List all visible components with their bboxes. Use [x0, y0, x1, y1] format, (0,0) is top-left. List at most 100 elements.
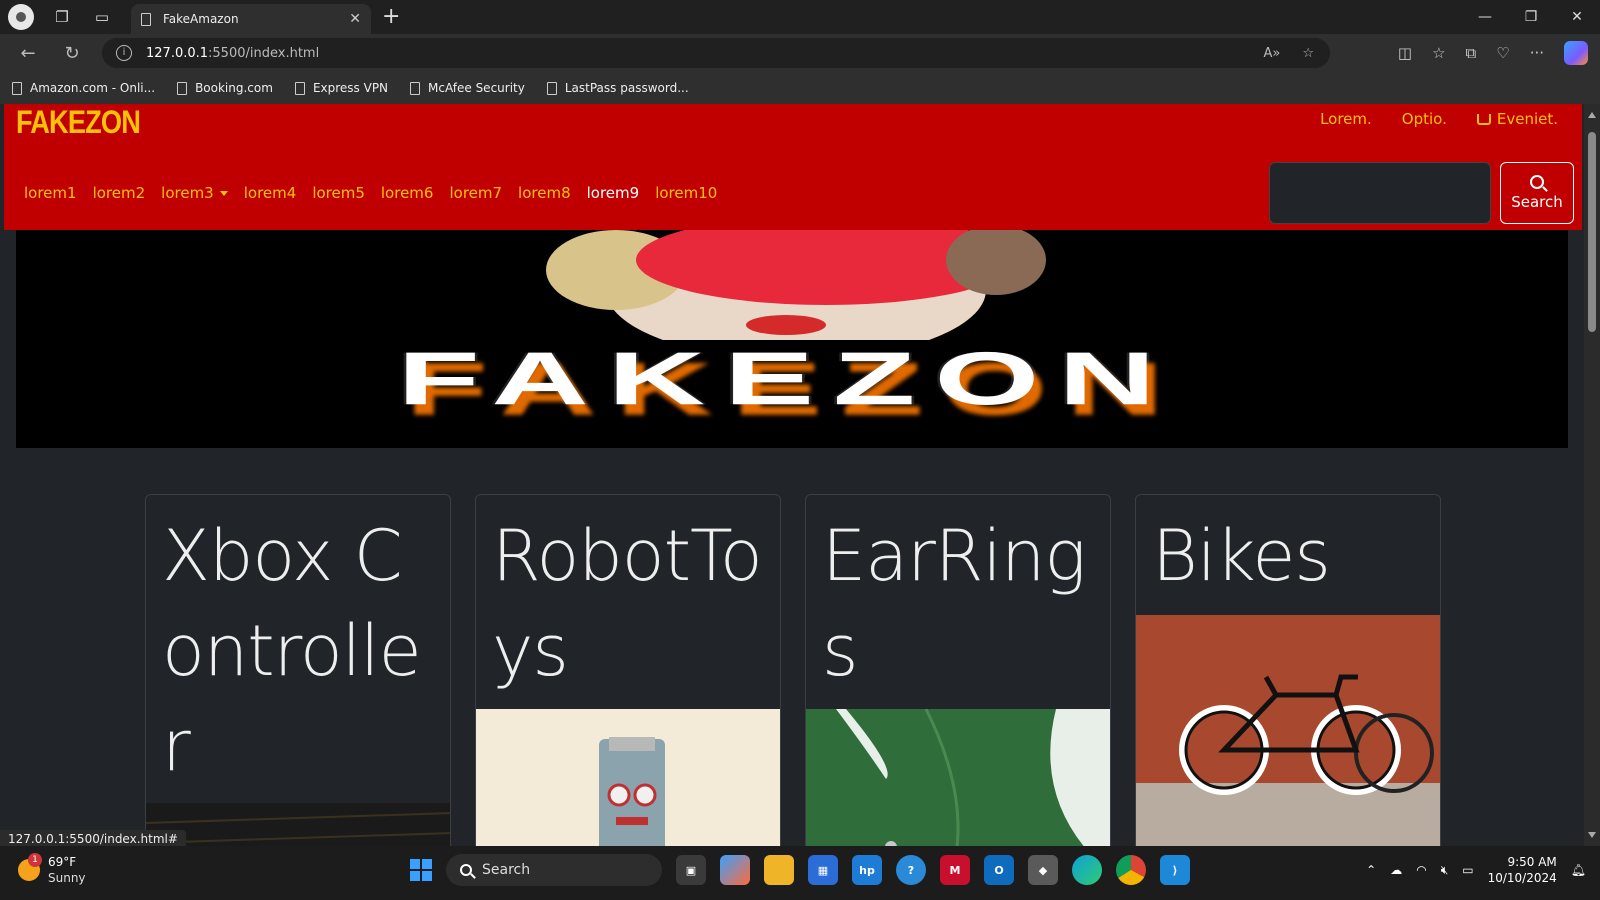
robot-toy-image — [476, 709, 780, 846]
vscode-icon[interactable]: ⟩ — [1160, 855, 1190, 885]
wifi-icon[interactable]: ◠ — [1416, 863, 1426, 877]
onedrive-icon[interactable]: ☁ — [1390, 863, 1402, 877]
nav-lorem7[interactable]: lorem7 — [449, 184, 502, 202]
bookmark-label: Amazon.com - Onli... — [30, 81, 156, 95]
task-view-icon[interactable]: ▣ — [676, 855, 706, 885]
nav-lorem1[interactable]: lorem1 — [24, 184, 77, 202]
weather-text: 69°F Sunny — [48, 854, 86, 886]
favorite-star-icon[interactable]: ☆ — [1302, 46, 1314, 61]
battery-icon[interactable]: ▭ — [1462, 863, 1473, 877]
site-logo[interactable]: FAKEZON — [16, 104, 141, 141]
system-tray: ⌃ ☁ ◠ 🔇︎ ▭ 9:50 AM 10/10/2024 🔔︎ — [1366, 854, 1586, 886]
refresh-button[interactable]: ↻ — [50, 43, 94, 64]
nav-lorem9[interactable]: lorem9 — [587, 184, 640, 202]
nav-lorem4[interactable]: lorem4 — [244, 184, 297, 202]
chrome-icon[interactable] — [1116, 855, 1146, 885]
scrollbar-thumb[interactable] — [1588, 132, 1596, 332]
volume-muted-icon[interactable]: 🔇︎ — [1441, 863, 1449, 878]
collections-icon[interactable]: ⧉ — [1466, 44, 1477, 62]
clock-time: 9:50 AM — [1507, 855, 1557, 869]
nav-lorem8[interactable]: lorem8 — [518, 184, 571, 202]
banner-logo-text: FAKEZON — [397, 336, 1175, 421]
bookmark-expressvpn[interactable]: Express VPN — [294, 81, 389, 95]
bookmark-label: Booking.com — [195, 81, 273, 95]
temperature: 69°F — [48, 855, 77, 869]
caret-down-icon — [219, 191, 228, 196]
hp-app-icon[interactable]: hp — [852, 855, 882, 885]
weather-widget[interactable]: 1 69°F Sunny — [18, 853, 86, 886]
hero-banner: FAKEZON — [16, 230, 1568, 448]
profile-avatar[interactable] — [8, 4, 34, 30]
page-icon — [141, 12, 151, 26]
bookmark-booking[interactable]: Booking.com — [177, 81, 273, 95]
notification-bell-icon[interactable]: 🔔︎ — [1571, 863, 1586, 877]
address-bar[interactable]: i 127.0.0.1 :5500/index.html A» ☆ — [102, 38, 1330, 68]
cart-link[interactable]: Eveniet. — [1476, 110, 1558, 128]
git-icon[interactable]: ◆ — [1028, 855, 1058, 885]
microsoft-store-icon[interactable]: ▦ — [808, 855, 838, 885]
copilot-icon[interactable] — [1564, 41, 1588, 65]
close-window-button[interactable]: ✕ — [1554, 0, 1600, 34]
scroll-down-icon[interactable] — [1588, 832, 1596, 838]
page-viewport: FAKEZON Lorem. Optio. Eveniet. lorem1 lo… — [0, 104, 1600, 846]
bookmark-mcafee[interactable]: McAfee Security — [410, 81, 525, 95]
clock[interactable]: 9:50 AM 10/10/2024 — [1488, 854, 1557, 886]
vertical-tabs-icon[interactable]: ▭ — [88, 3, 116, 31]
weather-condition: Sunny — [48, 871, 86, 885]
sun-icon: 1 — [18, 853, 42, 881]
workspaces-icon[interactable]: ❐ — [48, 3, 76, 31]
product-card-robot[interactable]: RobotToys — [475, 494, 781, 846]
favorites-icon[interactable]: ☆ — [1432, 44, 1445, 62]
tab-title: FakeAmazon — [163, 12, 239, 26]
bookmark-label: McAfee Security — [428, 81, 525, 95]
card-title: EarRings — [822, 515, 1086, 692]
start-button[interactable] — [410, 859, 432, 881]
window-controls: — ❐ ✕ — [1462, 0, 1600, 34]
mcafee-icon[interactable]: M — [940, 855, 970, 885]
page-scrollbar[interactable] — [1584, 104, 1600, 846]
bikes-image — [1136, 615, 1440, 846]
outlook-icon[interactable]: O — [984, 855, 1014, 885]
site-search-button[interactable]: Search — [1500, 162, 1574, 224]
site-search-input[interactable] — [1269, 162, 1491, 224]
scroll-up-icon[interactable] — [1588, 112, 1596, 118]
earrings-leaf-image — [806, 709, 1110, 846]
top-link-lorem[interactable]: Lorem. — [1320, 110, 1372, 128]
split-screen-icon[interactable]: ◫ — [1398, 44, 1412, 62]
tray-overflow-icon[interactable]: ⌃ — [1366, 863, 1376, 877]
site-info-icon[interactable]: i — [116, 45, 132, 61]
product-card-xbox[interactable]: Xbox Controller — [145, 494, 451, 846]
nav-lorem5[interactable]: lorem5 — [312, 184, 365, 202]
bookmark-label: Express VPN — [312, 81, 389, 95]
restore-button[interactable]: ❐ — [1508, 0, 1554, 34]
nav-lorem6[interactable]: lorem6 — [381, 184, 434, 202]
nav-lorem2[interactable]: lorem2 — [93, 184, 146, 202]
clock-date: 10/10/2024 — [1487, 871, 1557, 885]
edge-browser-icon[interactable] — [1072, 855, 1102, 885]
close-tab-icon[interactable]: ✕ — [349, 11, 361, 27]
copilot-app-icon[interactable] — [720, 855, 750, 885]
read-aloud-icon[interactable]: A» — [1263, 46, 1280, 61]
product-card-earrings[interactable]: EarRings — [805, 494, 1111, 846]
nav-lorem3-dropdown[interactable]: lorem3 — [161, 184, 228, 202]
bookmark-label: LastPass password... — [564, 81, 689, 95]
top-link-optio[interactable]: Optio. — [1402, 110, 1447, 128]
search-icon — [460, 864, 472, 876]
new-tab-button[interactable]: + — [382, 4, 400, 29]
tab-fakeamazon[interactable]: FakeAmazon ✕ — [131, 4, 371, 34]
bookmark-lastpass[interactable]: LastPass password... — [546, 81, 689, 95]
bookmark-amazon[interactable]: Amazon.com - Onli... — [12, 81, 155, 95]
product-card-bikes[interactable]: Bikes — [1135, 494, 1441, 846]
minimize-button[interactable]: — — [1462, 0, 1508, 34]
file-explorer-icon[interactable] — [764, 855, 794, 885]
page-icon — [410, 81, 421, 95]
help-icon[interactable]: ? — [896, 855, 926, 885]
taskbar-search[interactable]: Search — [446, 854, 662, 886]
card-title: RobotToys — [492, 515, 763, 692]
page-icon — [294, 81, 305, 95]
more-menu-icon[interactable]: ··· — [1530, 44, 1544, 62]
back-button[interactable]: ← — [6, 43, 50, 64]
taskbar-search-label: Search — [482, 862, 531, 878]
browser-essentials-icon[interactable]: ♡ — [1496, 44, 1509, 62]
nav-lorem10[interactable]: lorem10 — [655, 184, 717, 202]
